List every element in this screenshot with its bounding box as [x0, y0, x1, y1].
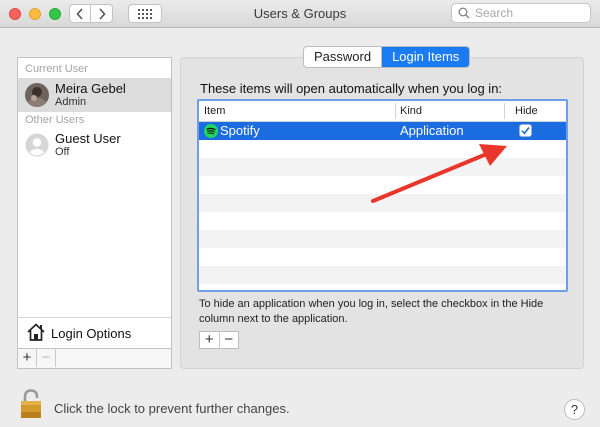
user-role: Off — [55, 146, 70, 158]
user-role: Admin — [55, 96, 87, 108]
table-row-empty — [199, 266, 566, 284]
user-list: Current User Meira Gebel Admin Other Use… — [17, 57, 172, 369]
tab-password[interactable]: Password — [304, 47, 381, 67]
remove-login-item-button[interactable]: − — [218, 332, 239, 348]
annotation-arrow — [371, 144, 507, 203]
login-items-actions: + − — [199, 331, 239, 349]
search-field[interactable] — [451, 3, 591, 23]
user-row-meira-gebel[interactable]: Meira Gebel Admin — [18, 78, 171, 112]
add-login-item-button[interactable]: + — [200, 332, 219, 348]
item-name: Spotify — [220, 123, 260, 138]
title-bar: Users & Groups — [0, 0, 600, 28]
guest-avatar-icon — [25, 133, 49, 157]
login-items-help-text: To hide an application when you log in, … — [199, 298, 544, 325]
user-list-actions: + − — [18, 348, 171, 368]
tab-bar: Password Login Items — [303, 46, 471, 68]
lock-icon[interactable] — [18, 388, 44, 420]
current-user-heading: Current User — [25, 63, 88, 75]
table-header: Item Kind Hide — [199, 101, 566, 122]
remove-user-button[interactable]: − — [37, 349, 56, 367]
table-row-empty — [199, 230, 566, 248]
login-options-item[interactable]: Login Options — [18, 317, 171, 348]
add-user-button[interactable]: + — [18, 349, 37, 367]
search-icon — [458, 7, 470, 19]
column-header-hide[interactable]: Hide — [515, 105, 538, 117]
house-icon — [27, 323, 45, 341]
column-header-item[interactable]: Item — [204, 105, 225, 117]
lock-status-text: Click the lock to prevent further change… — [54, 401, 290, 416]
help-button[interactable]: ? — [564, 399, 585, 420]
login-options-label: Login Options — [51, 326, 132, 341]
tab-login-items[interactable]: Login Items — [381, 47, 470, 67]
column-header-kind[interactable]: Kind — [400, 105, 422, 117]
other-users-heading: Other Users — [25, 114, 85, 126]
user-name: Meira Gebel — [55, 81, 126, 96]
item-kind: Application — [400, 123, 464, 138]
table-row-empty — [199, 248, 566, 266]
hide-checkbox[interactable] — [519, 124, 532, 137]
table-row-empty — [199, 212, 566, 230]
login-items-intro: These items will open automatically when… — [200, 81, 503, 96]
user-row-guest-user[interactable]: Guest User Off — [18, 128, 171, 162]
user-avatar — [25, 83, 49, 107]
user-name: Guest User — [55, 131, 121, 146]
checkmark-icon — [521, 127, 530, 135]
spotify-icon — [204, 124, 218, 138]
search-input[interactable] — [475, 6, 585, 20]
